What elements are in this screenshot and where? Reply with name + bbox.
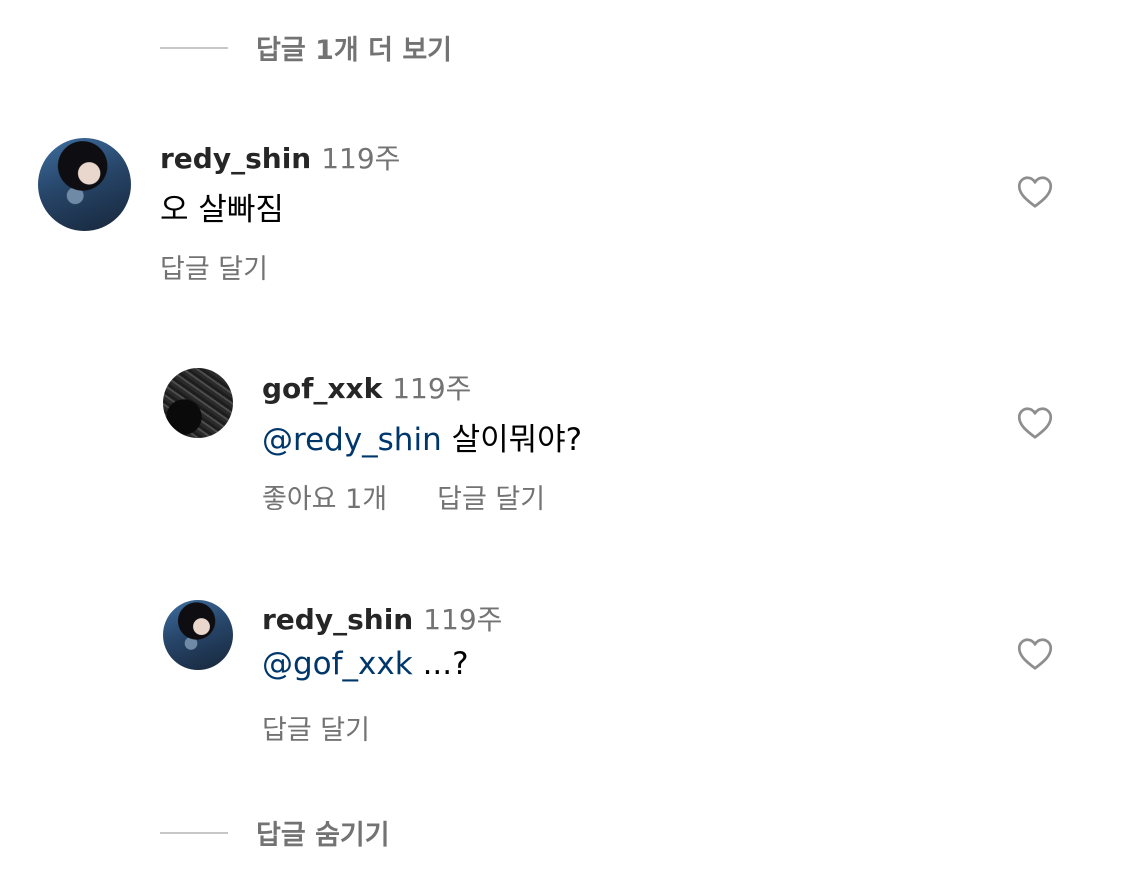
avatar[interactable] (38, 138, 131, 231)
comment-timestamp: 119주 (423, 603, 503, 636)
comment-username[interactable]: redy_shin 119주 (262, 598, 502, 638)
view-more-replies[interactable]: 답글 1개 더 보기 (160, 28, 452, 67)
comment-text: @gof_xxk ...? (262, 646, 469, 682)
comment-text: @redy_shin 살이뭐야? (262, 414, 582, 459)
mention-link[interactable]: @gof_xxk (262, 646, 413, 682)
divider-line (160, 46, 228, 49)
reply-button[interactable]: 답글 달기 (437, 477, 545, 516)
divider-line (160, 831, 228, 834)
mention-link[interactable]: @redy_shin (262, 422, 442, 458)
username-text[interactable]: redy_shin (160, 142, 311, 175)
view-more-replies-label[interactable]: 답글 1개 더 보기 (256, 28, 452, 67)
hide-replies-label[interactable]: 답글 숨기기 (256, 813, 390, 852)
heart-icon[interactable] (1017, 175, 1053, 209)
comment-body: ...? (422, 646, 469, 682)
username-text[interactable]: gof_xxk (262, 372, 382, 405)
hide-replies[interactable]: 답글 숨기기 (160, 813, 390, 852)
comment-timestamp: 119주 (321, 142, 401, 175)
comment-username[interactable]: gof_xxk 119주 (262, 367, 471, 407)
heart-icon[interactable] (1017, 637, 1053, 671)
reply-button[interactable]: 답글 달기 (262, 708, 370, 747)
username-text[interactable]: redy_shin (262, 603, 413, 636)
comment-actions: 답글 달기 (160, 247, 268, 286)
reply-button[interactable]: 답글 달기 (160, 247, 268, 286)
heart-icon[interactable] (1017, 406, 1053, 440)
comment-body: 오 살빠짐 (160, 192, 284, 228)
comment-actions: 좋아요 1개 답글 달기 (262, 477, 545, 516)
likes-count[interactable]: 좋아요 1개 (262, 477, 387, 516)
avatar[interactable] (163, 600, 233, 670)
comment-timestamp: 119주 (392, 372, 472, 405)
comment-text: 오 살빠짐 (160, 184, 284, 229)
comment-actions: 답글 달기 (262, 708, 370, 747)
avatar[interactable] (163, 368, 233, 438)
comment-username[interactable]: redy_shin 119주 (160, 137, 400, 177)
comment-body: 살이뭐야? (451, 422, 583, 458)
